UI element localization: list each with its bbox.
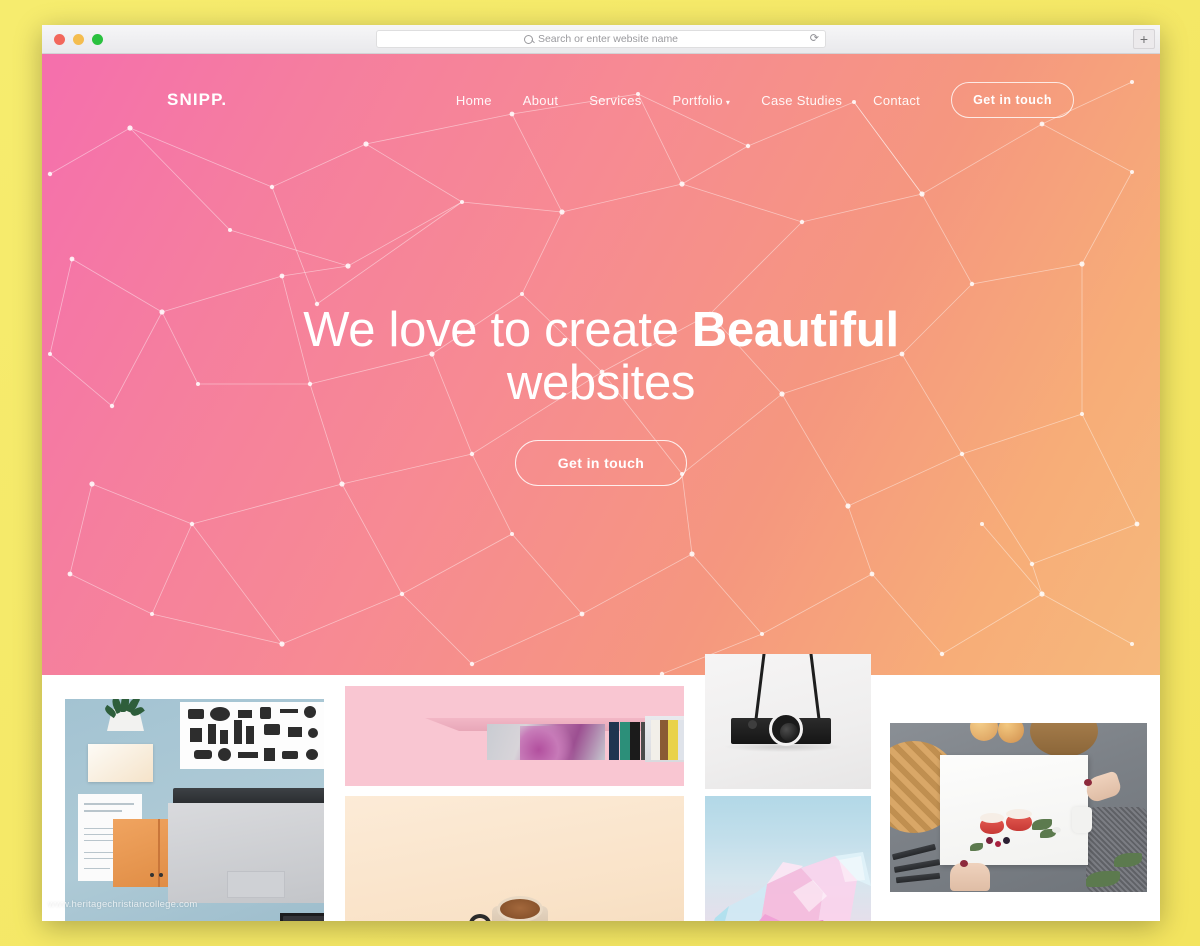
- nav-item-home[interactable]: Home: [456, 93, 492, 108]
- address-input[interactable]: Search or enter website name: [538, 33, 678, 45]
- chevron-down-icon: ▾: [725, 97, 731, 107]
- gallery-item-desk-flatlay[interactable]: [65, 699, 324, 921]
- flower-detail: [520, 726, 582, 760]
- book: [630, 722, 640, 760]
- nav-item-contact-label: Contact: [873, 92, 921, 108]
- book: [609, 722, 619, 760]
- gallery-item-food-styling[interactable]: [890, 723, 1147, 892]
- hero-section: SNIPP. Home About Services Portfolio ▾ C…: [42, 54, 1160, 675]
- camera-dial: [748, 720, 757, 729]
- camera-lens: [769, 712, 803, 746]
- minimize-window-button[interactable]: [73, 33, 84, 45]
- address-bar-content: Search or enter website name: [523, 33, 678, 45]
- laptop-keyboard: [280, 913, 324, 921]
- page-frame: Search or enter website name ⟳ + SNIPP. …: [0, 0, 1200, 946]
- close-window-button[interactable]: [54, 33, 65, 45]
- new-tab-button[interactable]: +: [1133, 29, 1155, 49]
- nav-links: Home About Services Portfolio ▾ Case Stud: [456, 82, 1074, 118]
- tart-cream: [1006, 809, 1032, 819]
- nav-item-case-studies[interactable]: Case Studies: [761, 93, 842, 108]
- book: [620, 722, 630, 760]
- browser-titlebar: Search or enter website name ⟳ +: [42, 25, 1160, 54]
- nav-item-services[interactable]: Services: [589, 93, 641, 108]
- book: [651, 720, 660, 760]
- hero-content: We love to create Beautiful websites Get…: [42, 304, 1160, 486]
- nav-item-portfolio[interactable]: Portfolio ▾: [673, 93, 731, 108]
- nav-item-home-label: Home: [455, 92, 492, 108]
- traffic-lights: [54, 33, 103, 45]
- book: [668, 720, 678, 760]
- nav-item-portfolio-label: Portfolio: [672, 92, 723, 108]
- white-paper-page: [940, 755, 1092, 865]
- laptop-screen: [173, 788, 324, 804]
- nav-item-about[interactable]: About: [523, 93, 558, 108]
- hero-headline: We love to create Beautiful websites: [291, 304, 911, 410]
- nav-item-services-label: Services: [589, 92, 642, 108]
- gallery-item-coffee-cup[interactable]: [345, 796, 684, 921]
- white-teapot: [1072, 807, 1092, 833]
- camera-lens-inner: [780, 723, 798, 741]
- nav-get-in-touch-button[interactable]: Get in touch: [951, 82, 1074, 118]
- laptop-trackpad: [227, 871, 285, 898]
- crumb: [1052, 827, 1061, 833]
- nav-item-about-label: About: [522, 92, 559, 108]
- hero-headline-part2: websites: [506, 356, 696, 410]
- orange-notebook: [113, 819, 171, 887]
- watermark-text: www.heritagechristiancollege.com: [48, 899, 198, 910]
- sketch-poster: [180, 702, 324, 769]
- gallery-item-pink-crystals[interactable]: [705, 796, 871, 921]
- brand-logo[interactable]: SNIPP.: [167, 90, 227, 110]
- book: [660, 720, 668, 760]
- gallery-item-pink-shelf[interactable]: [345, 686, 684, 786]
- reload-icon[interactable]: ⟳: [810, 33, 819, 45]
- site-navigation: SNIPP. Home About Services Portfolio ▾ C…: [42, 54, 1160, 146]
- address-bar[interactable]: Search or enter website name ⟳: [376, 30, 826, 48]
- berry: [1003, 837, 1010, 844]
- search-icon: [523, 34, 533, 44]
- hero-headline-accent: Beautiful: [691, 303, 899, 357]
- book: [678, 720, 684, 760]
- nav-item-contact[interactable]: Contact: [873, 93, 920, 108]
- hero-headline-part1: We love to create: [303, 303, 692, 357]
- berry: [995, 841, 1001, 847]
- nail: [960, 860, 968, 867]
- browser-window: Search or enter website name ⟳ + SNIPP. …: [42, 25, 1160, 921]
- hand-lower: [950, 863, 990, 891]
- zoom-window-button[interactable]: [92, 33, 103, 45]
- gallery-item-hanging-camera[interactable]: [705, 654, 871, 789]
- paper-card: [88, 744, 153, 782]
- nav-item-case-studies-label: Case Studies: [761, 92, 843, 108]
- address-bar-container: Search or enter website name ⟳: [376, 30, 826, 48]
- hero-get-in-touch-button[interactable]: Get in touch: [514, 440, 688, 486]
- berry: [986, 837, 993, 844]
- nail: [1084, 779, 1092, 786]
- crystal-shapes: [713, 852, 871, 921]
- coffee-liquid: [497, 896, 543, 921]
- site-viewport: SNIPP. Home About Services Portfolio ▾ C…: [42, 54, 1160, 921]
- tart-cream: [980, 813, 1004, 823]
